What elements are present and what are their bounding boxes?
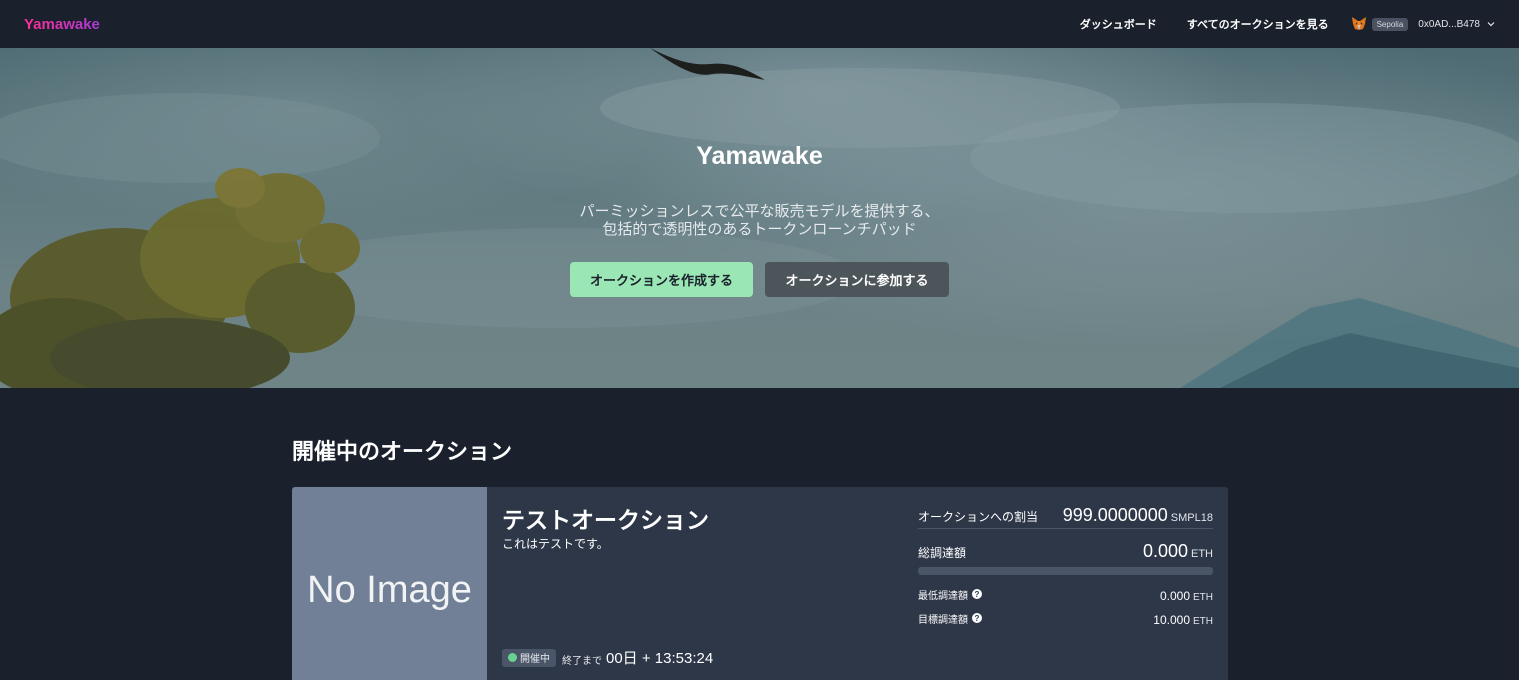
hero-title: Yamawake: [696, 142, 823, 170]
logo[interactable]: Yamawake: [24, 16, 100, 33]
nav-dashboard-link[interactable]: ダッシュボード: [1080, 16, 1157, 32]
countdown-value: 00日 + 13:53:24: [606, 650, 714, 667]
countdown-label: 終了まで: [562, 655, 602, 667]
auction-image-placeholder: No Image: [292, 487, 487, 680]
raised-value: 0.000: [1142, 541, 1188, 561]
auction-stats: オークションへの割当 999.0000000 SMPL18 総調達額 0.000 E…: [918, 505, 1213, 627]
raised-progress-bar: [918, 567, 1213, 575]
min-raise-value: 0.000: [1159, 588, 1190, 603]
status-badge: 開催中: [502, 648, 556, 667]
auction-card[interactable]: No Image テストオークション これはテストです。 開催中 終了まで 00…: [292, 487, 1228, 680]
allocation-row: オークションへの割当 999.0000000 SMPL18: [918, 505, 1213, 529]
target-raise-unit: ETH: [1193, 615, 1213, 627]
hero-banner: Yamawake パーミッションレスで公平な販売モデルを提供する、 包括的で透明…: [0, 48, 1519, 388]
wallet-address: 0x0AD...B478: [1418, 18, 1480, 30]
min-raise-label: 最低調達額: [918, 590, 968, 602]
raised-label: 総調達額: [918, 546, 967, 560]
allocation-value: 999.0000000: [1062, 505, 1168, 525]
hero-subtitle-line1: パーミッションレスで公平な販売モデルを提供する、: [579, 202, 940, 220]
auction-title: テストオークション: [502, 508, 709, 534]
section-title-active-auctions: 開催中のオークション: [292, 440, 513, 465]
no-image-text: No Image: [307, 568, 472, 611]
target-raise-row: 目標調達額 ? 10.000 ETH: [918, 611, 1213, 627]
allocation-label: オークションへの割当: [918, 510, 1039, 524]
nav-links: ダッシュボード すべてのオークションを見る Sepolia 0x0AD...B4…: [1050, 16, 1495, 32]
top-navbar: Yamawake ダッシュボード すべてのオークションを見る Sepolia 0…: [0, 0, 1519, 48]
auction-description: これはテストです。: [502, 537, 609, 551]
status-dot: [508, 653, 517, 662]
nav-all-auctions-link[interactable]: すべてのオークションを見る: [1187, 16, 1329, 32]
join-auction-button[interactable]: オークションに参加する: [765, 262, 949, 297]
wallet-menu-button[interactable]: Sepolia 0x0AD...B478: [1351, 16, 1495, 32]
min-raise-unit: ETH: [1193, 591, 1213, 603]
allocation-unit: SMPL18: [1170, 512, 1213, 524]
target-raise-label: 目標調達額: [918, 614, 968, 626]
hero-actions: オークションを作成する オークションに参加する: [0, 262, 1519, 297]
auction-status-row: 開催中 終了まで 00日 + 13:53:24: [502, 647, 713, 668]
raised-unit: ETH: [1191, 548, 1213, 560]
hero-subtitle-line2: 包括的で透明性のあるトークンローンチパッド: [602, 220, 917, 238]
target-raise-value: 10.000: [1153, 612, 1190, 627]
create-auction-button[interactable]: オークションを作成する: [570, 262, 753, 297]
network-badge: Sepolia: [1371, 17, 1409, 31]
raised-row: 総調達額 0.000 ETH: [918, 541, 1213, 562]
help-icon[interactable]: ?: [972, 589, 982, 599]
metamask-fox-icon: [1351, 17, 1366, 30]
hero-subtitle: パーミッションレスで公平な販売モデルを提供する、 包括的で透明性のあるトークンロ…: [0, 202, 1519, 238]
chevron-down-icon: [1487, 22, 1495, 27]
help-icon[interactable]: ?: [972, 613, 982, 623]
min-raise-row: 最低調達額 ? 0.000 ETH: [918, 587, 1213, 603]
status-label: 開催中: [520, 654, 550, 665]
